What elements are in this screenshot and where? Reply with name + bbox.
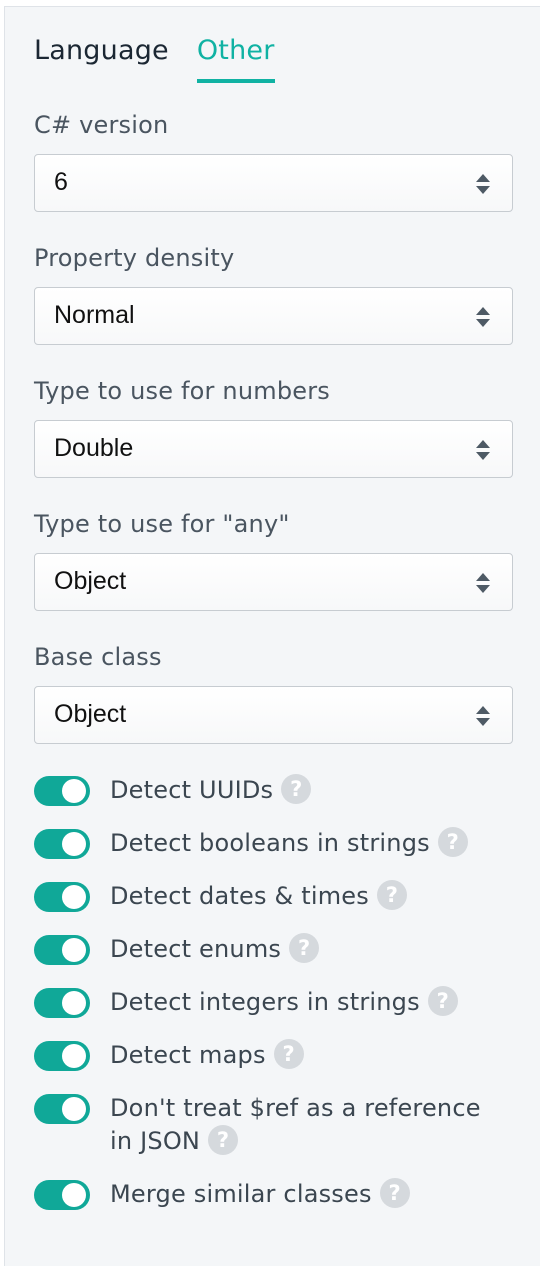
toggle-knob bbox=[62, 885, 86, 909]
any-type-label: Type to use for "any" bbox=[34, 510, 290, 538]
csharp-version-label: C# version bbox=[34, 111, 169, 139]
select-value: Normal bbox=[54, 301, 135, 329]
detect-uuids-toggle[interactable] bbox=[34, 776, 90, 806]
help-icon[interactable]: ? bbox=[289, 933, 320, 963]
up-down-arrows-icon bbox=[476, 706, 490, 726]
toggle-knob bbox=[62, 832, 86, 856]
number-type-select[interactable]: Double bbox=[34, 420, 513, 478]
help-icon[interactable]: ? bbox=[437, 827, 468, 857]
property-density-label: Property density bbox=[34, 244, 235, 272]
toggle-knob bbox=[62, 991, 86, 1015]
any-type-select[interactable]: Object bbox=[34, 553, 513, 611]
up-down-arrows-icon bbox=[476, 307, 490, 327]
option-label-wrap: Detect UUIDs? bbox=[110, 774, 510, 807]
option-label-wrap: Detect integers in strings? bbox=[110, 986, 510, 1019]
base-class-label: Base class bbox=[34, 643, 162, 671]
detect-integers-toggle[interactable] bbox=[34, 988, 90, 1018]
ignore-ref-label: Don't treat $ref as a reference in JSON bbox=[110, 1094, 481, 1155]
help-icon[interactable]: ? bbox=[376, 880, 407, 910]
select-value: Double bbox=[54, 434, 134, 462]
toggle-knob bbox=[62, 1044, 86, 1068]
detect-uuids-label: Detect UUIDs bbox=[110, 776, 274, 804]
ignore-ref-toggle[interactable] bbox=[34, 1094, 90, 1124]
detect-integers-label: Detect integers in strings bbox=[110, 988, 420, 1016]
option-label-wrap: Detect booleans in strings? bbox=[110, 827, 510, 860]
help-icon[interactable]: ? bbox=[379, 1178, 410, 1208]
detect-enums-toggle[interactable] bbox=[34, 935, 90, 965]
options-panel: Language Other C# version 6 Property den… bbox=[4, 6, 540, 1266]
toggle-knob bbox=[62, 1183, 86, 1207]
detect-dates-toggle[interactable] bbox=[34, 882, 90, 912]
merge-classes-label: Merge similar classes bbox=[110, 1180, 372, 1208]
toggle-knob bbox=[62, 779, 86, 803]
up-down-arrows-icon bbox=[476, 440, 490, 460]
base-class-select[interactable]: Object bbox=[34, 686, 513, 744]
option-label-wrap: Detect maps? bbox=[110, 1039, 510, 1072]
detect-maps-label: Detect maps bbox=[110, 1041, 266, 1069]
up-down-arrows-icon bbox=[476, 174, 490, 194]
detect-maps-toggle[interactable] bbox=[34, 1041, 90, 1071]
number-type-label: Type to use for numbers bbox=[34, 377, 330, 405]
merge-classes-toggle[interactable] bbox=[34, 1180, 90, 1210]
up-down-arrows-icon bbox=[476, 573, 490, 593]
option-label-wrap: Don't treat $ref as a reference in JSON? bbox=[110, 1092, 506, 1158]
toggle-knob bbox=[62, 1097, 86, 1121]
detect-booleans-label: Detect booleans in strings bbox=[110, 829, 430, 857]
option-label-wrap: Detect enums? bbox=[110, 933, 510, 966]
help-icon[interactable]: ? bbox=[427, 986, 458, 1016]
detect-enums-label: Detect enums bbox=[110, 935, 282, 963]
option-label-wrap: Merge similar classes? bbox=[110, 1178, 510, 1211]
option-label-wrap: Detect dates & times? bbox=[110, 880, 510, 913]
property-density-select[interactable]: Normal bbox=[34, 287, 513, 345]
tab-bar: Language Other bbox=[34, 33, 275, 89]
toggle-knob bbox=[62, 938, 86, 962]
detect-booleans-toggle[interactable] bbox=[34, 829, 90, 859]
select-value: 6 bbox=[54, 168, 68, 196]
help-icon[interactable]: ? bbox=[273, 1039, 304, 1069]
select-value: Object bbox=[54, 567, 127, 595]
tab-language[interactable]: Language bbox=[34, 33, 169, 83]
help-icon[interactable]: ? bbox=[281, 774, 312, 804]
tab-other[interactable]: Other bbox=[196, 33, 275, 83]
csharp-version-select[interactable]: 6 bbox=[34, 154, 513, 212]
help-icon[interactable]: ? bbox=[208, 1125, 239, 1155]
detect-dates-label: Detect dates & times bbox=[110, 882, 369, 910]
select-value: Object bbox=[54, 700, 127, 728]
